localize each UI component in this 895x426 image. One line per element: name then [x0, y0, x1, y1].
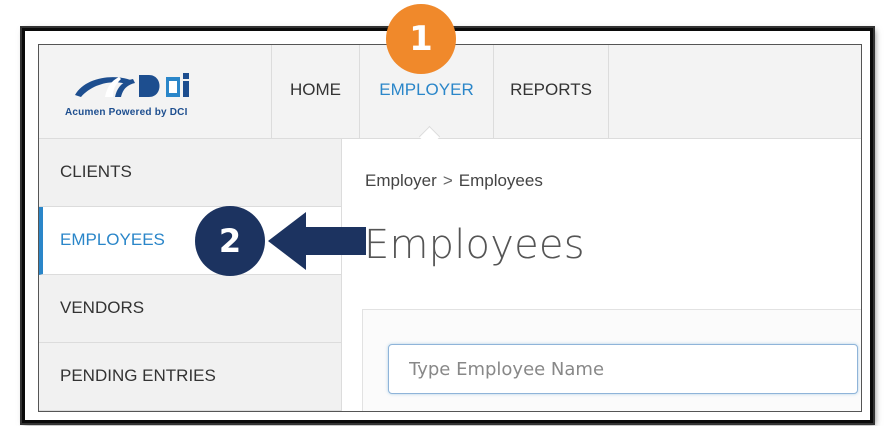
app-window: Acumen Powered by DCI HOME EMPLOYER REPO…	[38, 44, 862, 412]
sidebar: CLIENTS EMPLOYEES VENDORS PENDING ENTRIE…	[39, 139, 342, 411]
breadcrumb-separator: >	[442, 171, 453, 190]
left-arrow-icon	[268, 212, 366, 270]
logo[interactable]: Acumen Powered by DCI	[39, 45, 272, 138]
sidebar-item-vendors[interactable]: VENDORS	[39, 275, 341, 343]
sidebar-item-clients[interactable]: CLIENTS	[39, 139, 341, 207]
sidebar-item-pending-entries[interactable]: PENDING ENTRIES	[39, 343, 341, 411]
step-1-badge: 1	[386, 4, 456, 74]
breadcrumb-item-employer[interactable]: Employer	[365, 171, 437, 190]
page-title: Employees	[364, 222, 585, 268]
breadcrumb: Employer > Employees	[365, 171, 543, 191]
employee-search-input[interactable]	[388, 344, 858, 394]
acumen-dci-logo-icon	[75, 73, 189, 97]
step-2-badge: 2	[195, 206, 265, 276]
main-content: Employer > Employees Employees	[342, 139, 861, 411]
top-navigation: Acumen Powered by DCI HOME EMPLOYER REPO…	[39, 45, 861, 139]
nav-reports[interactable]: REPORTS	[494, 45, 609, 138]
screenshot-frame: Acumen Powered by DCI HOME EMPLOYER REPO…	[22, 28, 873, 423]
nav-home[interactable]: HOME	[272, 45, 360, 138]
logo-tagline: Acumen Powered by DCI	[65, 107, 188, 118]
breadcrumb-item-employees: Employees	[458, 171, 543, 190]
search-panel	[362, 309, 861, 411]
